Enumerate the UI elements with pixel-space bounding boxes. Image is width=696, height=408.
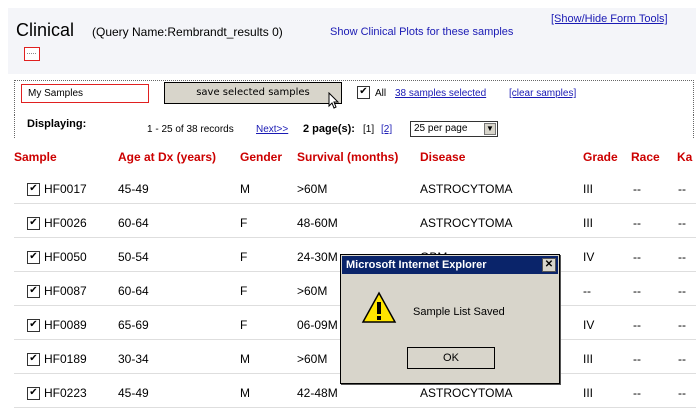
row-select-checkbox[interactable]: ✔ xyxy=(27,217,40,230)
row-select-checkbox[interactable]: ✔ xyxy=(27,183,40,196)
page-2-link[interactable]: [2] xyxy=(381,124,392,135)
cell-race: -- xyxy=(633,250,641,264)
cell-sample: HF0026 xyxy=(44,216,87,230)
cell-race: -- xyxy=(633,352,641,366)
cell-age: 45-49 xyxy=(118,386,149,400)
next-page-link[interactable]: Next>> xyxy=(256,124,288,135)
per-page-value: 25 per page xyxy=(414,123,468,134)
cell-gender: M xyxy=(240,386,250,400)
column-header-race[interactable]: Race xyxy=(631,150,660,164)
cell-race: -- xyxy=(633,284,641,298)
cell-sample: HF0087 xyxy=(44,284,87,298)
cell-survival: >60M xyxy=(297,284,328,298)
sample-list-name-input[interactable] xyxy=(21,84,149,103)
displaying-label: Displaying: xyxy=(27,118,87,130)
row-select-checkbox[interactable]: ✔ xyxy=(27,319,40,332)
cell-race: -- xyxy=(633,386,641,400)
table-row: ✔ HF0017 45-49 M >60M ASTROCYTOMA III -- -- xyxy=(14,170,696,204)
per-page-select[interactable]: 25 per page ▼ xyxy=(410,121,498,137)
dialog-titlebar[interactable]: Microsoft Internet Explorer ✕ xyxy=(342,256,558,274)
cell-gender: M xyxy=(240,182,250,196)
cell-grade: III xyxy=(583,182,594,196)
warning-icon xyxy=(361,291,397,323)
cell-sample: HF0223 xyxy=(44,386,87,400)
cell-grade: IV xyxy=(583,250,595,264)
dialog-message: Sample List Saved xyxy=(413,306,505,318)
cell-sample: HF0017 xyxy=(44,182,87,196)
clear-samples-link[interactable]: [clear samples] xyxy=(509,88,576,99)
dropdown-arrow-icon: ▼ xyxy=(484,123,496,135)
ok-button[interactable]: OK xyxy=(407,347,495,369)
cell-age: 45-49 xyxy=(118,182,149,196)
cell-survival: 06-09M xyxy=(297,318,338,332)
cell-gender: F xyxy=(240,284,248,298)
cell-race: -- xyxy=(633,318,641,332)
cell-grade: IV xyxy=(583,318,595,332)
page-title: Clinical xyxy=(16,20,75,40)
cell-survival: 42-48M xyxy=(297,386,338,400)
show-hide-form-tools-link[interactable]: [Show/Hide Form Tools] xyxy=(551,13,668,25)
cell-grade: III xyxy=(583,216,594,230)
alert-dialog: Microsoft Internet Explorer ✕ Sample Lis… xyxy=(340,254,560,384)
cell-age: 65-69 xyxy=(118,318,149,332)
cell-age: 50-54 xyxy=(118,250,149,264)
row-select-checkbox[interactable]: ✔ xyxy=(27,387,40,400)
cell-survival: >60M xyxy=(297,352,328,366)
cell-disease: ASTROCYTOMA xyxy=(420,216,513,230)
select-all-checkbox[interactable]: ✔ xyxy=(357,86,370,99)
cell-race: -- xyxy=(633,182,641,196)
cell-sample: HF0189 xyxy=(44,352,87,366)
cell-ka: -- xyxy=(678,216,686,230)
row-select-checkbox[interactable]: ✔ xyxy=(27,251,40,264)
query-name-label: (Query Name:Rembrandt_results 0) xyxy=(92,25,283,39)
cell-sample: HF0089 xyxy=(44,318,87,332)
current-page-indicator: [1] xyxy=(363,124,375,135)
cell-disease: ASTROCYTOMA xyxy=(420,182,513,196)
select-all-label: All xyxy=(375,88,387,99)
show-clinical-plots-link[interactable]: Show Clinical Plots for these samples xyxy=(330,26,513,38)
cell-disease: ASTROCYTOMA xyxy=(420,386,513,400)
column-header-grade[interactable]: Grade xyxy=(583,150,618,164)
cell-gender: F xyxy=(240,318,248,332)
cell-ka: -- xyxy=(678,284,686,298)
cell-grade: -- xyxy=(583,284,591,298)
column-header-survival[interactable]: Survival (months) xyxy=(297,150,398,164)
column-header-age[interactable]: Age at Dx (years) xyxy=(118,150,216,164)
cell-sample: HF0050 xyxy=(44,250,87,264)
cell-gender: F xyxy=(240,250,248,264)
table-row: ✔ HF0026 60-64 F 48-60M ASTROCYTOMA III -- -- xyxy=(14,204,696,238)
cell-ka: -- xyxy=(678,352,686,366)
cell-gender: F xyxy=(240,216,248,230)
cell-ka: -- xyxy=(678,250,686,264)
column-header-disease[interactable]: Disease xyxy=(420,150,465,164)
column-header-ka[interactable]: Ka xyxy=(677,150,692,164)
mouse-cursor-icon xyxy=(328,92,340,109)
dialog-title: Microsoft Internet Explorer xyxy=(346,259,487,271)
cell-age: 30-34 xyxy=(118,352,149,366)
cell-ka: -- xyxy=(678,386,686,400)
cell-race: -- xyxy=(633,216,641,230)
cell-ka: -- xyxy=(678,182,686,196)
broken-image-icon xyxy=(24,47,40,61)
cell-grade: III xyxy=(583,386,594,400)
cell-survival: 24-30M xyxy=(297,250,338,264)
save-selected-samples-button[interactable]: save selected samples xyxy=(164,82,342,104)
cell-ka: -- xyxy=(678,318,686,332)
cell-age: 60-64 xyxy=(118,284,149,298)
row-select-checkbox[interactable]: ✔ xyxy=(27,353,40,366)
samples-selected-link[interactable]: 38 samples selected xyxy=(395,88,486,99)
cell-gender: M xyxy=(240,352,250,366)
cell-survival: >60M xyxy=(297,182,328,196)
row-select-checkbox[interactable]: ✔ xyxy=(27,285,40,298)
dialog-close-button[interactable]: ✕ xyxy=(542,258,556,272)
cell-grade: III xyxy=(583,352,594,366)
column-header-gender[interactable]: Gender xyxy=(240,150,282,164)
page-count-label: 2 page(s): xyxy=(303,123,355,135)
cell-age: 60-64 xyxy=(118,216,149,230)
column-header-sample[interactable]: Sample xyxy=(14,150,57,164)
records-count: 1 - 25 of 38 records xyxy=(147,124,234,135)
cell-survival: 48-60M xyxy=(297,216,338,230)
